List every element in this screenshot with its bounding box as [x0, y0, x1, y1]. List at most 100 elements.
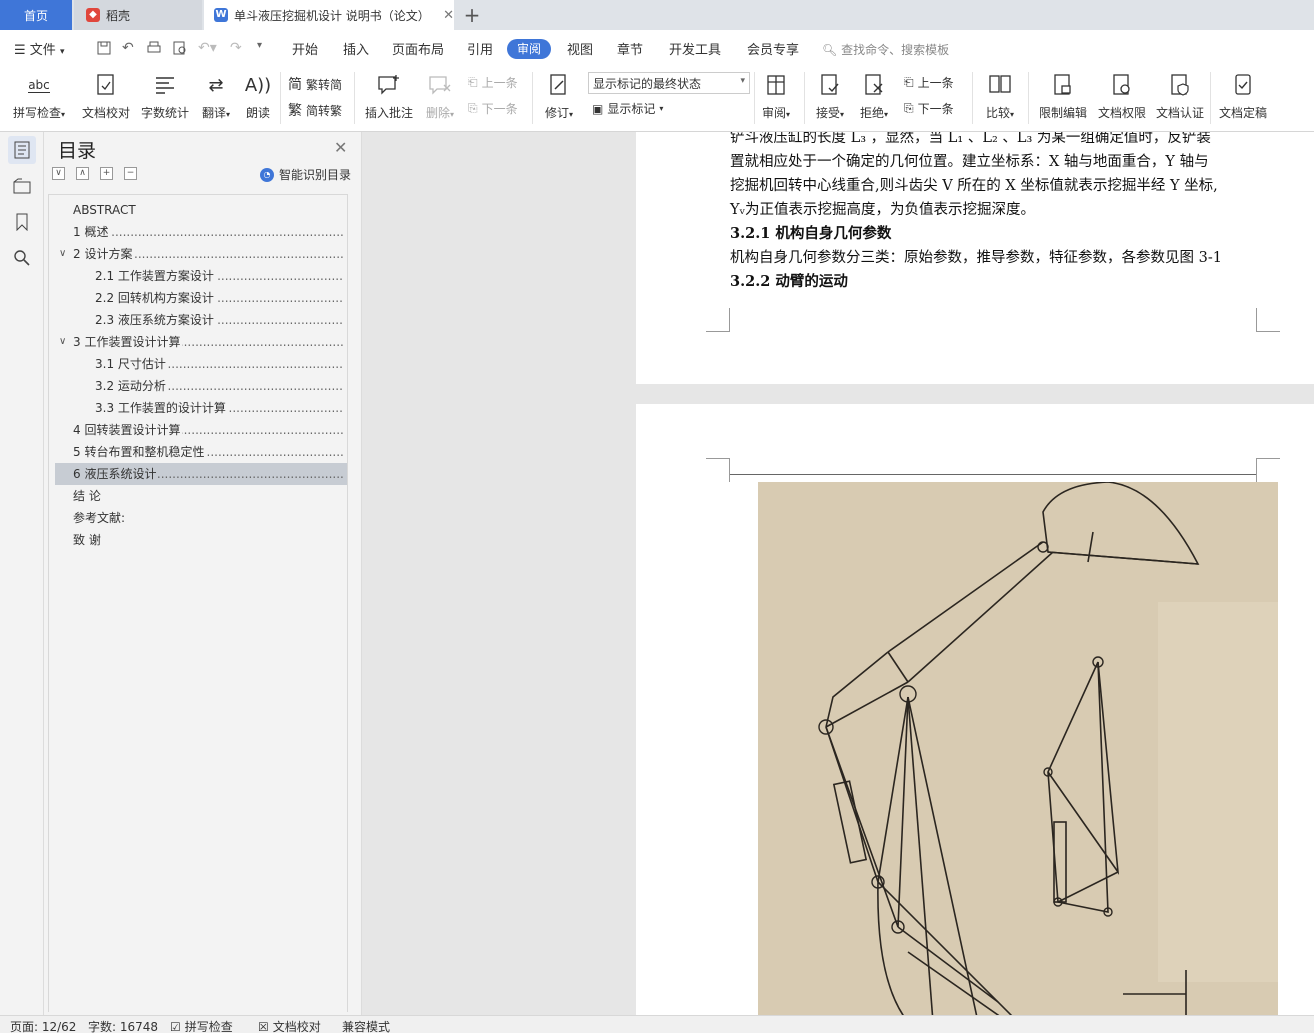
tab-document[interactable]: W 单斗液压挖掘机设计 说明书（论文） ✕ [204, 0, 454, 30]
document-page[interactable]: 铲斗液压缸的长度 L₃ ，显然，当 L₁ 、L₂ 、L₃ 为某一组确定值时，反铲… [636, 132, 1314, 384]
chevron-down-icon[interactable]: ∨ [59, 243, 66, 265]
doc-auth-label: 文档认证 [1155, 106, 1204, 120]
toc-item[interactable]: ∨.......................................… [55, 243, 347, 265]
smart-toc-button[interactable]: ◔ 智能识别目录 [260, 166, 351, 183]
ribbon-separator [280, 72, 281, 124]
toc-item[interactable]: ABSTRACT [55, 199, 347, 221]
insert-comment-label: 插入批注 [364, 106, 413, 120]
toc-pane-icon[interactable] [8, 136, 36, 164]
menu-member[interactable]: 会员专享 [747, 39, 799, 58]
excavator-mechanism-figure[interactable] [758, 482, 1278, 1015]
toc-item[interactable]: ........................................… [55, 353, 347, 375]
doc-auth-button[interactable]: 文档认证 [1154, 70, 1206, 121]
prev-change-button[interactable]: ⎗ 上一条 [904, 74, 954, 91]
review-pane-label: 审阅 [761, 106, 786, 120]
close-icon[interactable]: ✕ [443, 8, 454, 23]
toc-item[interactable]: ........................................… [55, 441, 347, 463]
status-spell-check[interactable]: ☑ 拼写检查 [170, 1018, 233, 1033]
search-icon[interactable] [8, 244, 36, 272]
menu-references[interactable]: 引用 [467, 39, 493, 58]
collapse-up-icon[interactable]: ∧ [76, 167, 89, 180]
tab-daoke[interactable]: ◆ 稻壳 [74, 0, 202, 30]
toc-item[interactable]: ∨.......................................… [55, 331, 347, 353]
print-preview-icon[interactable] [172, 40, 188, 60]
collapse-down-icon[interactable]: ∨ [52, 167, 65, 180]
document-area[interactable]: 铲斗液压缸的长度 L₃ ，显然，当 L₁ 、L₂ 、L₃ 为某一组确定值时，反铲… [362, 132, 1314, 1015]
compare-button[interactable]: 比较▾ [980, 70, 1020, 121]
trad-to-simp-label: 繁转简 [306, 77, 343, 92]
new-tab-button[interactable]: + [458, 0, 486, 30]
doc-finalize-button[interactable]: 文档定稿 [1216, 70, 1270, 121]
tab-home[interactable]: 首页 [0, 0, 72, 30]
next-comment-label: 下一条 [481, 102, 518, 116]
command-search[interactable]: 🔍︎ 查找命令、搜索模板 [822, 41, 949, 58]
status-doc-proof[interactable]: ☒ 文档校对 [258, 1018, 321, 1033]
toc-item[interactable]: ........................................… [55, 397, 347, 419]
word-count-indicator[interactable]: 字数: 16748 [88, 1018, 158, 1033]
markup-state-select[interactable]: 显示标记的最终状态 ▾ [588, 72, 750, 94]
document-page[interactable] [636, 404, 1314, 1015]
page-indicator[interactable]: 页面: 12/62 [10, 1018, 76, 1033]
next-change-button[interactable]: ⎘ 下一条 [904, 100, 954, 117]
track-changes-button[interactable]: 修订▾ [540, 70, 578, 121]
menu-view[interactable]: 视图 [567, 39, 593, 58]
accept-button[interactable]: 接受▾ [812, 70, 848, 121]
read-aloud-button[interactable]: A)) 朗读 [242, 70, 274, 121]
file-menu[interactable]: ☰ 文件 ▾ [14, 39, 64, 58]
toc-item[interactable]: ........................................… [55, 287, 347, 309]
toc-item[interactable]: 致 谢 [55, 529, 347, 551]
expand-icon[interactable]: + [100, 167, 113, 180]
doc-proof-button[interactable]: 文档校对 [80, 70, 132, 121]
menu-page-layout[interactable]: 页面布局 [392, 39, 444, 58]
toc-item[interactable]: ........................................… [55, 265, 347, 287]
doc-permission-button[interactable]: 文档权限 [1096, 70, 1148, 121]
menu-chapter[interactable]: 章节 [617, 39, 643, 58]
toc-item[interactable]: 参考文献: [55, 507, 347, 529]
ribbon-review: abc 拼写检查▾ 文档校对 字数统计 ⇄ 翻译▾ A)) 朗读 简繁转简 繁简… [0, 66, 1314, 132]
toc-item-label: 2.1 工作装置方案设计 [95, 265, 216, 287]
page-count: 页面: 12/62 [10, 1020, 77, 1033]
toc-item[interactable]: 结 论 [55, 485, 347, 507]
quick-access-more-icon[interactable]: ▾ [257, 40, 262, 51]
undo-history-icon[interactable]: ↶ [122, 40, 134, 56]
close-icon[interactable]: ✕ [334, 138, 347, 157]
tab-daoke-label: 稻壳 [106, 8, 131, 23]
show-markup-button[interactable]: ▣ 显示标记 ▾ [592, 100, 663, 117]
simp-to-trad-button[interactable]: 繁简转繁 [288, 100, 342, 120]
word-count-button[interactable]: 字数统计 [140, 70, 190, 121]
nav-icon-strip [0, 132, 44, 1015]
insert-comment-button[interactable]: 插入批注 [362, 70, 416, 121]
next-comment-button[interactable]: ⎘ 下一条 [468, 100, 518, 117]
menu-start[interactable]: 开始 [292, 39, 318, 58]
undo-icon[interactable]: ↶▾ [198, 40, 217, 56]
toc-item[interactable]: ........................................… [55, 419, 347, 441]
menu-insert[interactable]: 插入 [343, 39, 369, 58]
print-icon[interactable] [146, 40, 162, 60]
collapse-icon[interactable]: − [124, 167, 137, 180]
ribbon-separator [354, 72, 355, 124]
bookmark-icon[interactable] [8, 208, 36, 236]
show-markup-label: 显示标记 [607, 102, 656, 116]
restrict-edit-button[interactable]: 限制编辑 [1036, 70, 1090, 121]
save-icon[interactable] [96, 40, 112, 60]
translate-button[interactable]: ⇄ 翻译▾ [198, 70, 234, 121]
review-pane-icon [758, 70, 794, 100]
page-margin-corner [706, 458, 730, 482]
trad-to-simp-button[interactable]: 简繁转简 [288, 74, 342, 94]
search-placeholder: 查找命令、搜索模板 [841, 43, 950, 57]
toc-item[interactable]: ........................................… [55, 463, 347, 485]
toc-item[interactable]: ........................................… [55, 309, 347, 331]
review-pane-button[interactable]: 审阅▾ [758, 70, 794, 121]
menu-dev-tools[interactable]: 开发工具 [669, 39, 721, 58]
prev-comment-button[interactable]: ⎗ 上一条 [468, 74, 518, 91]
toc-item[interactable]: ........................................… [55, 221, 347, 243]
chevron-down-icon[interactable]: ∨ [59, 331, 66, 353]
menu-review[interactable]: 审阅 [507, 39, 551, 59]
redo-icon[interactable]: ↷ [230, 40, 242, 56]
smart-toc-label: 智能识别目录 [279, 168, 352, 182]
reject-button[interactable]: 拒绝▾ [856, 70, 892, 121]
spell-check-button[interactable]: abc 拼写检查▾ [8, 70, 70, 121]
delete-comment-button[interactable]: 删除▾ [420, 70, 460, 121]
toc-item[interactable]: ........................................… [55, 375, 347, 397]
chapter-nav-icon[interactable] [8, 172, 36, 200]
